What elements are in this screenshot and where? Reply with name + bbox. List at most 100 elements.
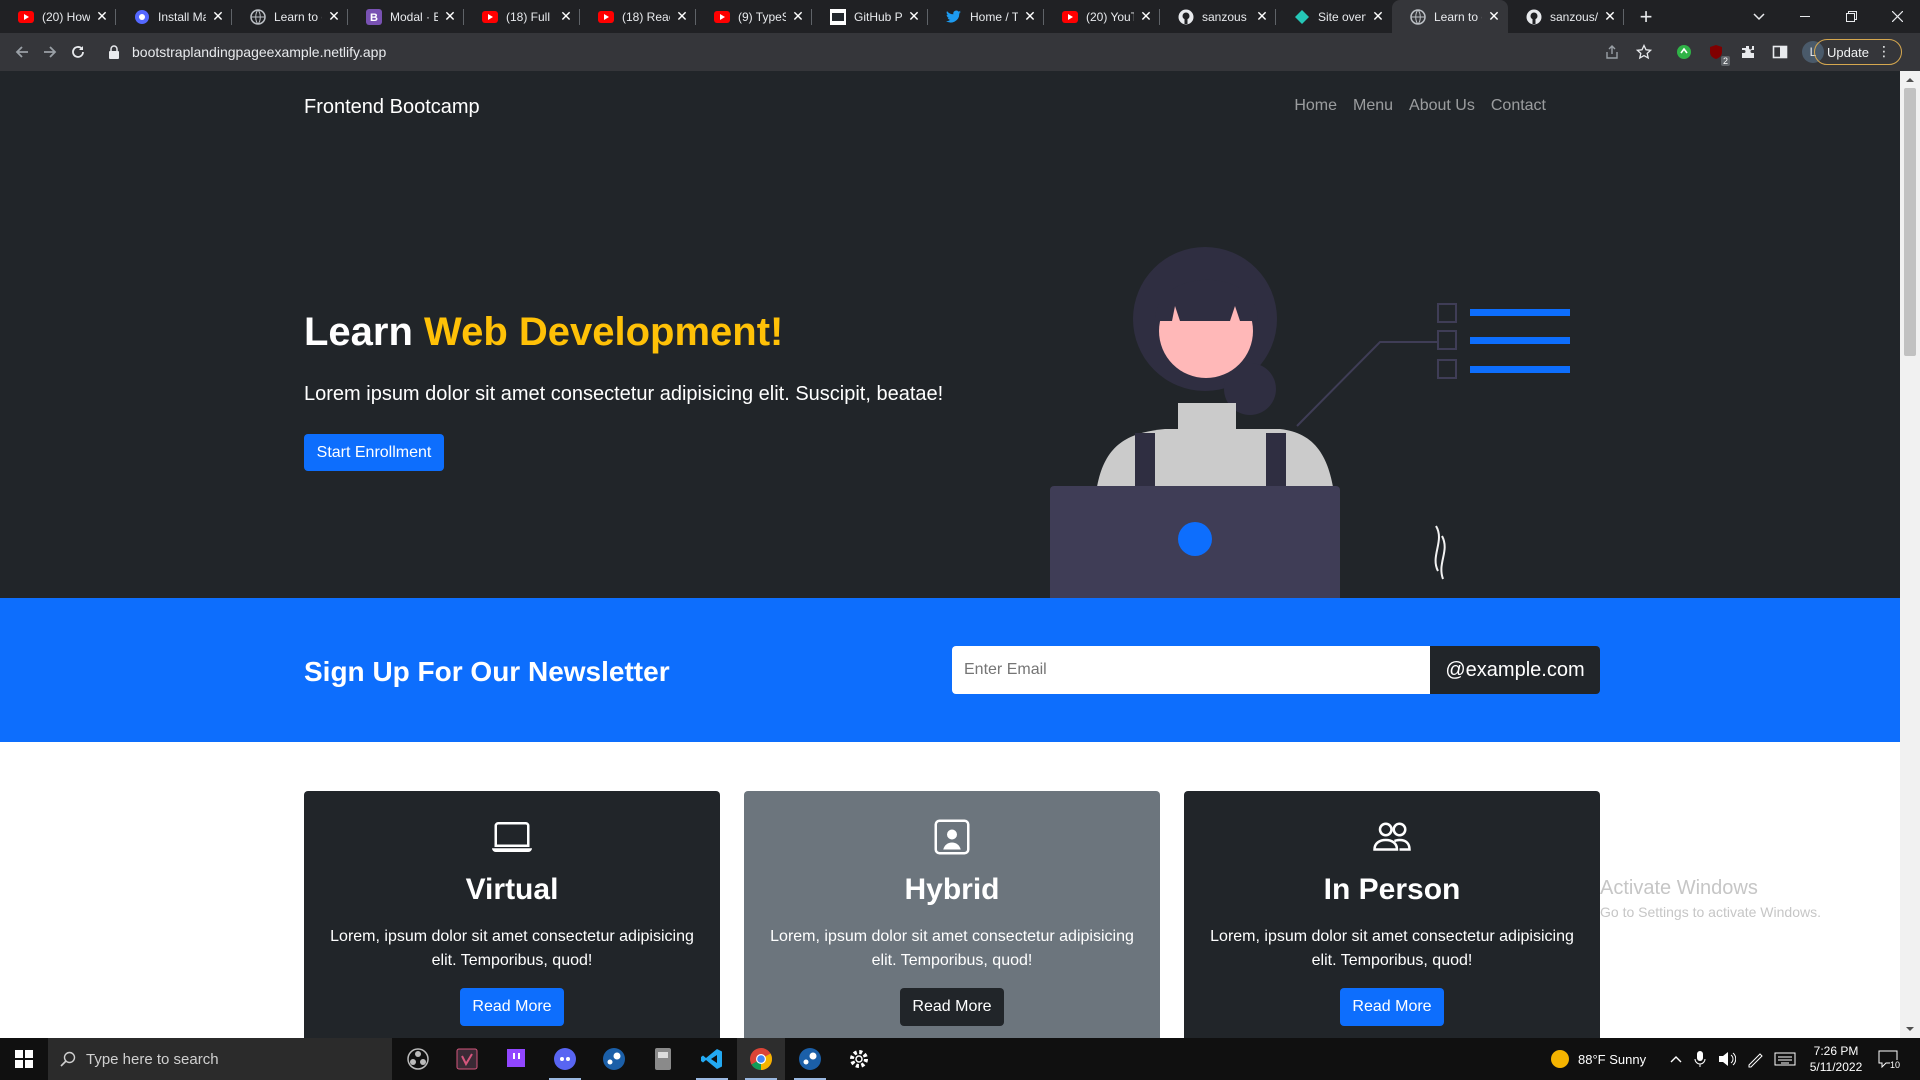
browser-tab[interactable]: Learn to c ✕ [1392, 0, 1508, 33]
tab-title: (9) TypeSc [738, 9, 786, 24]
browser-tab[interactable]: sanzous/B ✕ [1508, 0, 1624, 33]
toolbar: bootstraplandingpageexample.netlify.app … [0, 33, 1920, 71]
nav-link-contact[interactable]: Contact [1491, 97, 1546, 115]
tab-close-icon[interactable]: ✕ [94, 8, 110, 25]
tab-close-icon[interactable]: ✕ [442, 8, 458, 25]
email-input[interactable] [952, 646, 1430, 694]
extension-badge: 2 [1720, 56, 1730, 66]
vimeo-app-icon[interactable] [443, 1038, 491, 1080]
pen-icon[interactable] [1746, 1038, 1764, 1080]
weather-widget[interactable]: 88°F Sunny [1550, 1038, 1646, 1080]
read-more-button[interactable]: Read More [900, 988, 1004, 1026]
obs-icon[interactable] [394, 1038, 442, 1080]
browser-tab[interactable]: Site overv ✕ [1276, 0, 1392, 33]
navbar-brand[interactable]: Frontend Bootcamp [304, 96, 480, 119]
card-hybrid: Hybrid Lorem, ipsum dolor sit amet conse… [744, 791, 1160, 1038]
volume-icon[interactable] [1718, 1038, 1736, 1080]
browser-tab[interactable]: (20) How t ✕ [0, 0, 116, 33]
browser-tab[interactable]: Home / Tw ✕ [928, 0, 1044, 33]
new-tab-button[interactable]: + [1632, 3, 1660, 31]
tab-close-icon[interactable]: ✕ [790, 8, 806, 25]
extensions-puzzle-icon[interactable] [1738, 42, 1758, 62]
back-button[interactable] [8, 38, 36, 66]
windows-taskbar: Type here to search 88°F Sunny 7:26 PM 5… [0, 1038, 1920, 1080]
start-button[interactable] [0, 1038, 48, 1080]
tab-close-icon[interactable]: ✕ [326, 8, 342, 25]
browser-tab[interactable]: (20) YouTu ✕ [1044, 0, 1160, 33]
page-scrollbar[interactable] [1900, 71, 1920, 1038]
share-icon[interactable] [1602, 42, 1622, 62]
tab-close-icon[interactable]: ✕ [906, 8, 922, 25]
clock-time: 7:26 PM [1813, 1044, 1859, 1058]
browser-tab[interactable]: sanzous (L ✕ [1160, 0, 1276, 33]
settings-gear-icon[interactable] [835, 1038, 883, 1080]
scroll-up-arrow-icon[interactable] [1900, 73, 1920, 87]
browser-tab[interactable]: (18) Full P ✕ [464, 0, 580, 33]
twitch-icon[interactable] [492, 1038, 540, 1080]
person-badge-icon [744, 817, 1160, 857]
minimize-icon [1800, 15, 1810, 17]
extension-green-icon[interactable] [1674, 42, 1694, 62]
tab-close-icon[interactable]: ✕ [558, 8, 574, 25]
update-button[interactable]: Update ⋮ [1814, 39, 1902, 65]
side-panel-icon[interactable] [1770, 42, 1790, 62]
nav-link-about-us[interactable]: About Us [1409, 97, 1475, 115]
start-enrollment-button[interactable]: Start Enrollment [304, 434, 444, 471]
tab-title: (20) YouTu [1086, 9, 1134, 24]
email-domain-addon[interactable]: @example.com [1430, 646, 1600, 694]
checklist-graphic [1296, 303, 1570, 427]
show-hidden-icons-button[interactable] [1670, 1038, 1682, 1080]
newsletter-title: Sign Up For Our Newsletter [304, 656, 670, 687]
tab-title: sanzous/B [1550, 9, 1598, 24]
vscode-icon[interactable] [688, 1038, 736, 1080]
tab-close-icon[interactable]: ✕ [1602, 8, 1618, 25]
app-installer-icon[interactable] [639, 1038, 687, 1080]
browser-tab[interactable]: Install Ma ✕ [116, 0, 232, 33]
tab-close-icon[interactable]: ✕ [674, 8, 690, 25]
discord-icon[interactable] [541, 1038, 589, 1080]
steam-running-icon[interactable] [786, 1038, 834, 1080]
read-more-button[interactable]: Read More [1340, 988, 1444, 1026]
read-more-button[interactable]: Read More [460, 988, 564, 1026]
notification-center-button[interactable]: 10 [1878, 1038, 1901, 1080]
youtube-icon [1062, 9, 1078, 25]
tab-close-icon[interactable]: ✕ [1370, 8, 1386, 25]
reload-icon [72, 46, 84, 58]
newsletter-section: Sign Up For Our Newsletter @example.com [0, 598, 1900, 742]
browser-tab[interactable]: (18) React ✕ [580, 0, 696, 33]
card-text: Lorem, ipsum dolor sit amet consectetur … [770, 928, 1134, 969]
scroll-down-arrow-icon[interactable] [1900, 1022, 1920, 1036]
clock[interactable]: 7:26 PM 5/11/2022 [1806, 1038, 1866, 1080]
tab-close-icon[interactable]: ✕ [1022, 8, 1038, 25]
microphone-icon[interactable] [1694, 1038, 1706, 1080]
tab-close-icon[interactable]: ✕ [1254, 8, 1270, 25]
keyboard-icon[interactable] [1774, 1038, 1796, 1080]
nav-link-menu[interactable]: Menu [1353, 97, 1393, 115]
tab-close-icon[interactable]: ✕ [210, 8, 226, 25]
tab-title: (20) How t [42, 9, 90, 24]
tab-close-icon[interactable]: ✕ [1486, 8, 1502, 25]
forward-button[interactable] [36, 38, 64, 66]
browser-tab[interactable]: (9) TypeSc ✕ [696, 0, 812, 33]
hero-title-plain: Learn [304, 310, 425, 354]
address-bar[interactable]: bootstraplandingpageexample.netlify.app [108, 38, 1598, 66]
taskbar-search-box[interactable]: Type here to search [48, 1038, 392, 1080]
restore-button[interactable] [1828, 0, 1874, 33]
clock-date: 5/11/2022 [1809, 1060, 1863, 1074]
browser-tab[interactable]: B Modal · Bo ✕ [348, 0, 464, 33]
browser-tab[interactable]: GitHub Pr ✕ [812, 0, 928, 33]
nav-link-home[interactable]: Home [1294, 97, 1337, 115]
people-icon [1184, 817, 1600, 857]
steam-icon[interactable] [590, 1038, 638, 1080]
reload-button[interactable] [64, 38, 92, 66]
bookmark-star-icon[interactable] [1634, 42, 1654, 62]
scrollbar-thumb[interactable] [1904, 88, 1916, 356]
browser-tab[interactable]: Learn to c ✕ [232, 0, 348, 33]
tab-search-button[interactable] [1736, 0, 1782, 33]
extension-ublock-icon[interactable]: 2 [1706, 42, 1730, 66]
minimize-button[interactable] [1782, 0, 1828, 33]
close-window-button[interactable] [1874, 0, 1920, 33]
chrome-icon[interactable] [737, 1038, 785, 1080]
tab-close-icon[interactable]: ✕ [1138, 8, 1154, 25]
laptop-icon [304, 817, 720, 857]
